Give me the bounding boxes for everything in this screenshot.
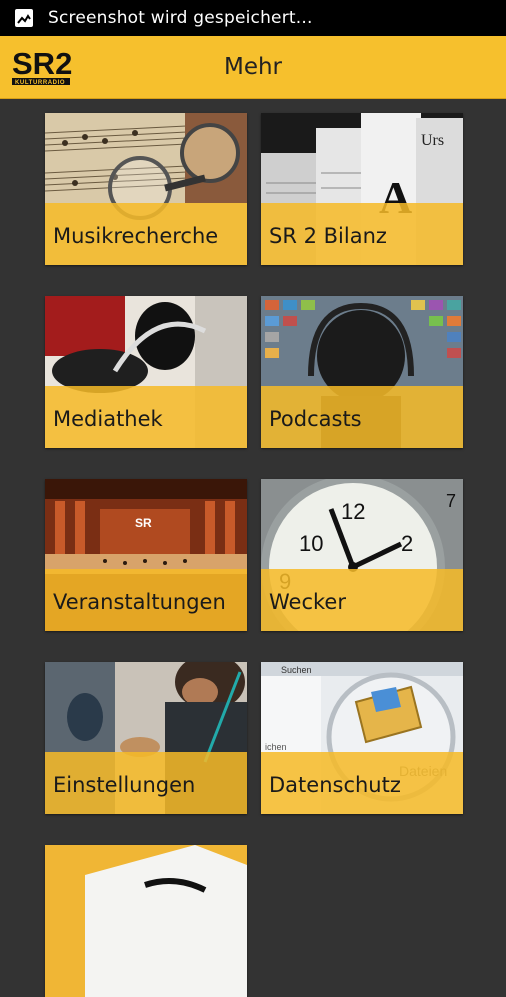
- svg-text:12: 12: [341, 499, 365, 524]
- tile-label: Musikrecherche: [53, 224, 219, 248]
- page-title: Mehr: [223, 54, 283, 80]
- app-bar: SR2 KULTURRADIO Mehr: [0, 36, 506, 99]
- svg-text:2: 2: [401, 531, 413, 556]
- tile-label: SR 2 Bilanz: [269, 224, 387, 248]
- tile-wecker[interactable]: 1210 29 7 Wecker: [261, 479, 463, 631]
- svg-text:Suchen: Suchen: [281, 665, 312, 675]
- tile-podcasts[interactable]: Podcasts: [261, 296, 463, 448]
- tile-veranstaltungen[interactable]: SR Veranstaltungen: [45, 479, 247, 631]
- svg-text:SR: SR: [135, 516, 152, 530]
- tile-datenschutz[interactable]: Suchen ichen Dateien Datenschutz: [261, 662, 463, 814]
- tile-label: Datenschutz: [269, 773, 401, 797]
- document-image: [45, 845, 247, 997]
- tile-einstellungen[interactable]: Einstellungen: [45, 662, 247, 814]
- tile-musikrecherche[interactable]: Musikrecherche: [45, 113, 247, 265]
- tile-label: Einstellungen: [53, 773, 196, 797]
- svg-text:Urs: Urs: [421, 132, 444, 149]
- tile-label: Veranstaltungen: [53, 590, 226, 614]
- tile-mediathek[interactable]: Mediathek: [45, 296, 247, 448]
- status-notification-text: Screenshot wird gespeichert...: [48, 8, 313, 28]
- tile-label: Wecker: [269, 590, 346, 614]
- tile-partial[interactable]: [45, 845, 247, 997]
- status-bar: Screenshot wird gespeichert...: [0, 0, 506, 36]
- svg-text:7: 7: [446, 491, 456, 511]
- tile-sr2-bilanz[interactable]: A Urs SR 2 Bilanz: [261, 113, 463, 265]
- svg-text:ichen: ichen: [265, 742, 287, 752]
- svg-text:10: 10: [299, 531, 323, 556]
- screenshot-icon: [15, 9, 33, 27]
- tile-label: Mediathek: [53, 407, 163, 431]
- tile-label: Podcasts: [269, 407, 362, 431]
